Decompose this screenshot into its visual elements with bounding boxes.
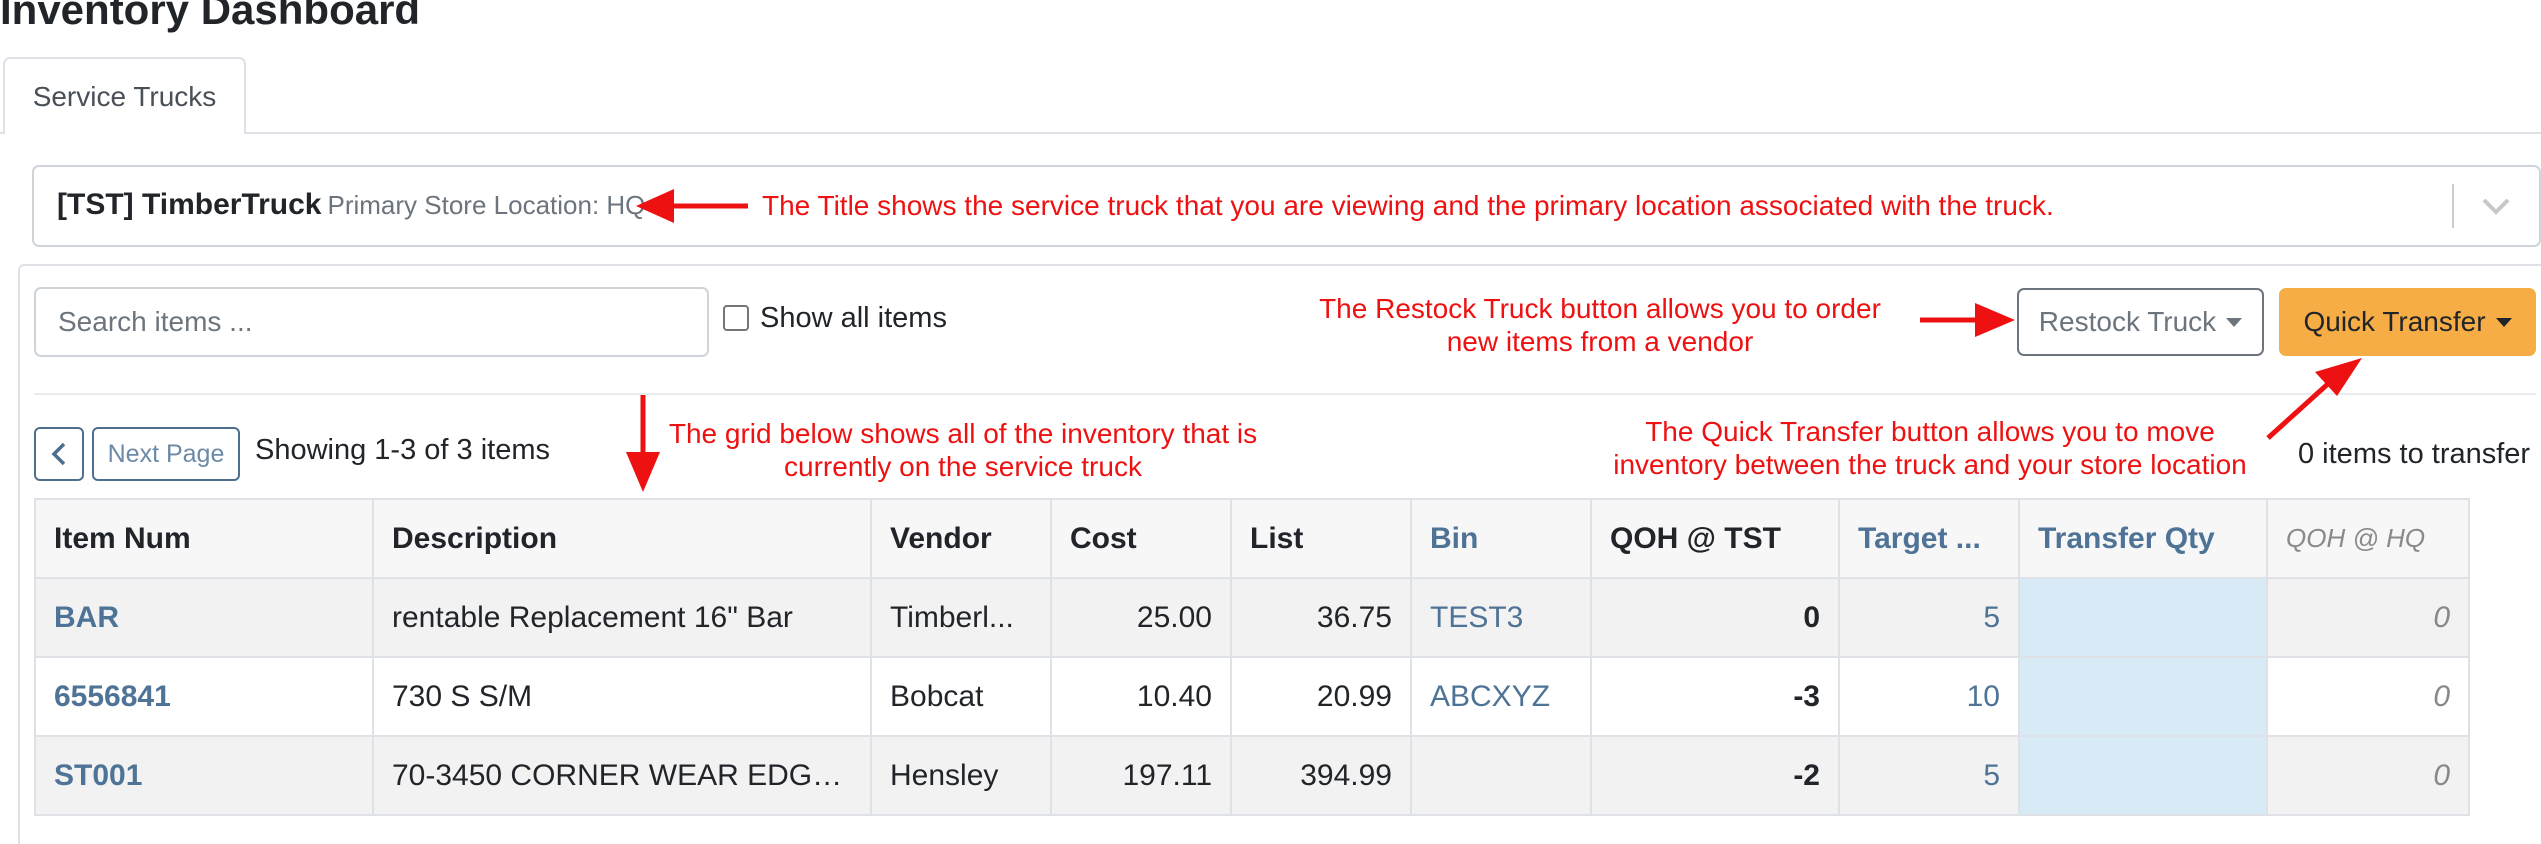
caret-down-icon xyxy=(2226,317,2243,327)
column-header-bin[interactable]: Bin xyxy=(1410,498,1592,579)
table-row: ST001 70-3450 CORNER WEAR EDGE ... Hensl… xyxy=(34,735,2470,816)
showing-count: Showing 1-3 of 3 items xyxy=(255,434,550,466)
bin-cell[interactable]: ABCXYZ xyxy=(1410,656,1592,737)
annotation-grid-note: The grid below shows all of the inventor… xyxy=(648,417,1278,483)
qoh-hq-cell: 0 xyxy=(2266,735,2470,816)
target-cell[interactable]: 10 xyxy=(1838,656,2020,737)
cost-cell: 10.40 xyxy=(1050,656,1232,737)
target-cell[interactable]: 5 xyxy=(1838,577,2020,658)
list-cell: 20.99 xyxy=(1230,656,1412,737)
restock-truck-label: Restock Truck xyxy=(2038,306,2217,337)
search-input[interactable] xyxy=(34,287,709,357)
annotation-line: currently on the service truck xyxy=(784,451,1142,483)
column-header-description[interactable]: Description xyxy=(372,498,872,579)
table-row: 6556841 730 S S/M Bobcat 10.40 20.99 ABC… xyxy=(34,656,2470,737)
bin-cell[interactable]: TEST3 xyxy=(1410,577,1592,658)
cost-cell: 25.00 xyxy=(1050,577,1232,658)
qoh-hq-cell: 0 xyxy=(2266,656,2470,737)
item-num-link[interactable]: BAR xyxy=(34,577,374,658)
chevron-left-icon xyxy=(51,442,66,466)
cost-cell: 197.11 xyxy=(1050,735,1232,816)
show-all-checkbox[interactable] xyxy=(723,305,749,331)
description-cell: 730 S S/M xyxy=(372,656,872,737)
inventory-grid: Item Num Description Vendor Cost List Bi… xyxy=(34,498,2470,816)
list-cell: 36.75 xyxy=(1230,577,1412,658)
column-header-item-num[interactable]: Item Num xyxy=(34,498,374,579)
column-header-target[interactable]: Target ... xyxy=(1838,498,2020,579)
tab-bar-divider xyxy=(0,132,2541,134)
vendor-cell: Bobcat xyxy=(870,656,1052,737)
item-num-link[interactable]: 6556841 xyxy=(34,656,374,737)
annotation-line: inventory between the truck and your sto… xyxy=(1613,449,2247,481)
annotation-line: The grid below shows all of the inventor… xyxy=(668,418,1258,449)
qoh-truck-cell: 0 xyxy=(1590,577,1840,658)
caret-down-icon xyxy=(2495,317,2512,327)
transfer-qty-input[interactable] xyxy=(2018,656,2268,737)
truck-location: Primary Store Location: HQ xyxy=(327,190,646,220)
qoh-truck-cell: -3 xyxy=(1590,656,1840,737)
description-cell: rentable Replacement 16" Bar xyxy=(372,577,872,658)
column-header-transfer-qty[interactable]: Transfer Qty xyxy=(2018,498,2268,579)
chevron-down-icon[interactable] xyxy=(2476,190,2516,222)
transfer-qty-input[interactable] xyxy=(2018,577,2268,658)
column-header-cost[interactable]: Cost xyxy=(1050,498,1232,579)
grid-header-row: Item Num Description Vendor Cost List Bi… xyxy=(34,498,2470,579)
column-header-vendor[interactable]: Vendor xyxy=(870,498,1052,579)
page-title: Inventory Dashboard xyxy=(0,0,421,33)
item-num-link[interactable]: ST001 xyxy=(34,735,374,816)
truck-name: [TST] TimberTruck xyxy=(57,188,322,221)
target-cell[interactable]: 5 xyxy=(1838,735,2020,816)
description-cell: 70-3450 CORNER WEAR EDGE ... xyxy=(372,735,872,816)
bin-cell[interactable] xyxy=(1410,735,1592,816)
column-header-qoh-hq[interactable]: QOH @ HQ xyxy=(2266,498,2470,579)
tab-label: Service Trucks xyxy=(32,80,217,112)
transfer-qty-input[interactable] xyxy=(2018,735,2268,816)
items-to-transfer: 0 items to transfer xyxy=(2298,438,2531,470)
next-page-button[interactable]: Next Page xyxy=(92,427,240,481)
show-all-label: Show all items xyxy=(760,302,947,334)
annotation-title-note: The Title shows the service truck that y… xyxy=(762,190,2054,221)
select-divider xyxy=(2452,184,2454,228)
annotation-restock-note: The Restock Truck button allows you to o… xyxy=(1290,292,1910,358)
vendor-cell: Hensley xyxy=(870,735,1052,816)
toolbar-divider xyxy=(34,393,2536,395)
previous-page-button[interactable] xyxy=(34,427,84,481)
annotation-line: The Quick Transfer button allows you to … xyxy=(1645,416,2215,447)
qoh-hq-cell: 0 xyxy=(2266,577,2470,658)
quick-transfer-button[interactable]: Quick Transfer xyxy=(2279,288,2536,356)
list-cell: 394.99 xyxy=(1230,735,1412,816)
annotation-line: The Restock Truck button allows you to o… xyxy=(1319,293,1881,324)
annotation-quick-note: The Quick Transfer button allows you to … xyxy=(1580,415,2280,481)
vendor-cell: Timberl... xyxy=(870,577,1052,658)
tab-service-trucks[interactable]: Service Trucks xyxy=(3,57,246,134)
quick-transfer-label: Quick Transfer xyxy=(2303,306,2486,337)
qoh-truck-cell: -2 xyxy=(1590,735,1840,816)
column-header-list[interactable]: List xyxy=(1230,498,1412,579)
restock-truck-button[interactable]: Restock Truck xyxy=(2017,288,2264,356)
column-header-qoh-truck[interactable]: QOH @ TST xyxy=(1590,498,1840,579)
annotation-line: new items from a vendor xyxy=(1446,326,1754,358)
table-row: BAR rentable Replacement 16" Bar Timberl… xyxy=(34,577,2470,658)
truck-select-value: [TST] TimberTruck Primary Store Location:… xyxy=(57,188,645,222)
